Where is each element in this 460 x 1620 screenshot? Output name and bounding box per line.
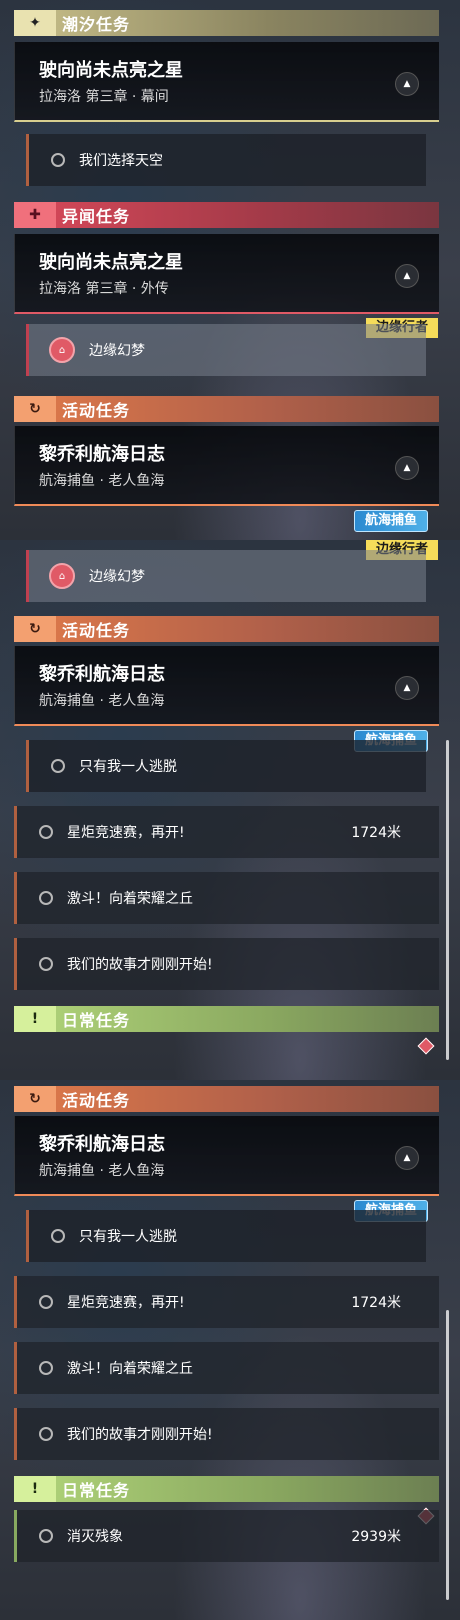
quest-title: 黎乔利航海日志 — [39, 664, 165, 685]
section-header-daily: ! 日常任务 — [14, 1006, 439, 1032]
refresh-icon: ↻ — [14, 1086, 56, 1112]
section-title: 活动任务 — [62, 401, 131, 420]
panel-1: ✦ 潮汐任务 驶向尚未点亮之星 拉海洛 第三章 · 幕间 ▲ 我们选择天空 ✚ … — [0, 0, 460, 540]
quest-title: 驶向尚未点亮之星 — [39, 60, 183, 81]
status-circle-icon — [39, 1361, 53, 1375]
star-icon: ✦ — [14, 10, 56, 36]
section-title: 日常任务 — [62, 1481, 131, 1500]
collapse-button[interactable]: ▲ — [395, 1146, 419, 1170]
refresh-icon: ↻ — [14, 396, 56, 422]
quest-subtitle: 拉海洛 第三章 · 幕间 — [39, 89, 169, 105]
quest-card-event[interactable]: 黎乔利航海日志 航海捕鱼 · 老人鱼海 ▲ — [14, 646, 439, 726]
subquest-item[interactable]: ⌂ 边缘幻梦 — [26, 324, 426, 376]
status-circle-icon — [51, 759, 65, 773]
quest-subtitle: 航海捕鱼 · 老人鱼海 — [39, 693, 165, 709]
collapse-button[interactable]: ▲ — [395, 72, 419, 96]
subquest-item[interactable]: 我们的故事才刚刚开始! — [14, 1408, 439, 1460]
section-header-event: ↻ 活动任务 — [14, 1086, 439, 1112]
section-title: 活动任务 — [62, 621, 131, 640]
alert-icon: ! — [14, 1006, 56, 1032]
alert-icon: ! — [14, 1476, 56, 1502]
section-title: 日常任务 — [62, 1011, 131, 1030]
section-title: 活动任务 — [62, 1091, 131, 1110]
subquest-label: 我们的故事才刚刚开始! — [67, 957, 213, 973]
subquest-item[interactable]: 我们的故事才刚刚开始! — [14, 938, 439, 990]
section-header-anomaly: ✚ 异闻任务 — [14, 202, 439, 228]
distance-label: 2939米 — [351, 1529, 401, 1545]
status-circle-icon — [51, 153, 65, 167]
scrollbar[interactable] — [446, 740, 449, 1060]
section-title: 异闻任务 — [62, 207, 131, 226]
quest-subtitle: 航海捕鱼 · 老人鱼海 — [39, 1163, 165, 1179]
subquest-label: 星炬竞速赛，再开! — [67, 825, 185, 841]
status-circle-icon — [39, 1427, 53, 1441]
section-title: 潮汐任务 — [62, 15, 131, 34]
quest-card-tidal[interactable]: 驶向尚未点亮之星 拉海洛 第三章 · 幕间 ▲ — [14, 42, 439, 122]
subquest-label: 激斗！向着荣耀之丘 — [67, 1361, 193, 1377]
dream-icon: ⌂ — [49, 337, 75, 363]
quest-card-event[interactable]: 黎乔利航海日志 航海捕鱼 · 老人鱼海 ▲ — [14, 1116, 439, 1196]
status-circle-icon — [39, 891, 53, 905]
subquest-item[interactable]: 只有我一人逃脱 — [26, 1210, 426, 1262]
quest-card-event[interactable]: 黎乔利航海日志 航海捕鱼 · 老人鱼海 ▲ — [14, 426, 439, 506]
quest-card-anomaly[interactable]: 驶向尚未点亮之星 拉海洛 第三章 · 外传 ▲ — [14, 234, 439, 314]
collapse-button[interactable]: ▲ — [395, 456, 419, 480]
quest-subtitle: 拉海洛 第三章 · 外传 — [39, 281, 169, 297]
quest-title: 驶向尚未点亮之星 — [39, 252, 183, 273]
panel-2: 边缘行者 ⌂ 边缘幻梦 ↻ 活动任务 黎乔利航海日志 航海捕鱼 · 老人鱼海 ▲… — [0, 540, 460, 1080]
status-circle-icon — [51, 1229, 65, 1243]
status-circle-icon — [39, 1529, 53, 1543]
status-circle-icon — [39, 1295, 53, 1309]
subquest-item[interactable]: 只有我一人逃脱 — [26, 740, 426, 792]
section-header-daily: ! 日常任务 — [14, 1476, 439, 1502]
dream-icon: ⌂ — [49, 563, 75, 589]
distance-label: 1724米 — [351, 1295, 401, 1311]
quest-title: 黎乔利航海日志 — [39, 444, 165, 465]
collapse-button[interactable]: ▲ — [395, 264, 419, 288]
subquest-label: 我们选择天空 — [79, 153, 163, 169]
section-header-tidal: ✦ 潮汐任务 — [14, 10, 439, 36]
subquest-label: 只有我一人逃脱 — [79, 759, 177, 775]
subquest-item[interactable]: 我们选择天空 — [26, 134, 426, 186]
status-circle-icon — [39, 957, 53, 971]
scrollbar[interactable] — [446, 1310, 449, 1600]
section-header-event: ↻ 活动任务 — [14, 616, 439, 642]
subquest-item[interactable]: 激斗！向着荣耀之丘 — [14, 872, 439, 924]
refresh-icon: ↻ — [14, 616, 56, 642]
subquest-label: 边缘幻梦 — [89, 569, 145, 585]
subquest-item[interactable]: ⌂ 边缘幻梦 — [26, 550, 426, 602]
subquest-item[interactable]: 星炬竞速赛，再开! 1724米 — [14, 806, 439, 858]
subquest-item[interactable]: 消灭残象 2939米 — [14, 1510, 439, 1562]
subquest-item[interactable]: 激斗！向着荣耀之丘 — [14, 1342, 439, 1394]
panel-3: ↻ 活动任务 黎乔利航海日志 航海捕鱼 · 老人鱼海 ▲ 航海捕鱼 只有我一人逃… — [0, 1080, 460, 1620]
status-circle-icon — [39, 825, 53, 839]
subquest-label: 星炬竞速赛，再开! — [67, 1295, 185, 1311]
distance-label: 1724米 — [351, 825, 401, 841]
subquest-label: 我们的故事才刚刚开始! — [67, 1427, 213, 1443]
subquest-label: 只有我一人逃脱 — [79, 1229, 177, 1245]
subquest-label: 激斗！向着荣耀之丘 — [67, 891, 193, 907]
collapse-button[interactable]: ▲ — [395, 676, 419, 700]
subquest-item[interactable]: 星炬竞速赛，再开! 1724米 — [14, 1276, 439, 1328]
section-header-event: ↻ 活动任务 — [14, 396, 439, 422]
quest-title: 黎乔利航海日志 — [39, 1134, 165, 1155]
subquest-label: 消灭残象 — [67, 1529, 123, 1545]
quest-tag: 航海捕鱼 — [353, 510, 428, 532]
quest-subtitle: 航海捕鱼 · 老人鱼海 — [39, 473, 165, 489]
anomaly-icon: ✚ — [14, 202, 56, 228]
subquest-label: 边缘幻梦 — [89, 343, 145, 359]
